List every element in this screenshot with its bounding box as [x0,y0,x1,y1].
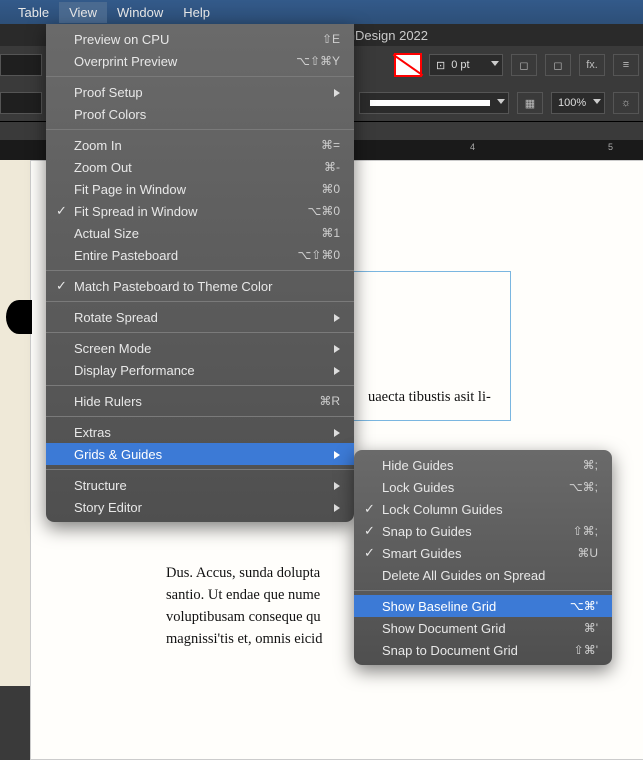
mi-snap-to-guides[interactable]: ✓Snap to Guides⇧⌘; [354,520,612,542]
mi-fit-spread[interactable]: ✓Fit Spread in Window⌥⌘0 [46,200,354,222]
opacity-select[interactable]: 100% [551,92,605,114]
mi-zoom-out[interactable]: Zoom Out⌘- [46,156,354,178]
mi-hide-rulers[interactable]: Hide Rulers⌘R [46,390,354,412]
menu-table[interactable]: Table [8,2,59,23]
chevron-right-icon [334,314,340,322]
grid-icon[interactable]: ▦ [517,92,543,114]
check-icon: ✓ [56,278,67,294]
sun-icon[interactable]: ☼ [613,92,639,114]
mi-match-pasteboard[interactable]: ✓Match Pasteboard to Theme Color [46,275,354,297]
chevron-right-icon [334,345,340,353]
mi-screen-mode[interactable]: Screen Mode [46,337,354,359]
mi-lock-guides[interactable]: Lock Guides⌥⌘; [354,476,612,498]
frame-options-icon[interactable]: ◻ [545,54,571,76]
mi-structure[interactable]: Structure [46,474,354,496]
chevron-right-icon [334,482,340,490]
stroke-weight-select[interactable]: ⊡ 0 pt [429,54,503,76]
check-icon: ✓ [364,545,375,561]
black-circle-graphic[interactable] [6,300,32,334]
corner-options-icon[interactable]: ◻ [511,54,537,76]
chevron-right-icon [334,429,340,437]
mi-show-document-grid[interactable]: Show Document Grid⌘' [354,617,612,639]
chevron-right-icon [334,451,340,459]
mi-hide-guides[interactable]: Hide Guides⌘; [354,454,612,476]
height-field[interactable] [0,92,42,114]
check-icon: ✓ [364,523,375,539]
mi-grids-guides[interactable]: Grids & Guides [46,443,354,465]
more-icon[interactable]: ≡ [613,54,639,76]
menu-help[interactable]: Help [173,2,220,23]
mi-show-baseline-grid[interactable]: Show Baseline Grid⌥⌘' [354,595,612,617]
stroke-style-select[interactable] [359,92,509,114]
mi-lock-column-guides[interactable]: ✓Lock Column Guides [354,498,612,520]
menu-window[interactable]: Window [107,2,173,23]
menubar: Table View Window Help [0,0,643,24]
chevron-right-icon [334,504,340,512]
fx-button[interactable]: fx. [579,54,605,76]
body-text-fragment: uaecta tibustis asit li- [368,386,491,408]
mi-snap-document-grid[interactable]: Snap to Document Grid⇧⌘' [354,639,612,661]
chevron-right-icon [334,367,340,375]
mi-story-editor[interactable]: Story Editor [46,496,354,518]
ruler-mark-5: 5 [608,142,613,152]
mi-rotate-spread[interactable]: Rotate Spread [46,306,354,328]
view-menu-dropdown: Preview on CPU⇧E Overprint Preview⌥⇧⌘Y P… [46,24,354,522]
mi-fit-page[interactable]: Fit Page in Window⌘0 [46,178,354,200]
mi-delete-all-guides[interactable]: Delete All Guides on Spread [354,564,612,586]
mi-actual-size[interactable]: Actual Size⌘1 [46,222,354,244]
mi-display-performance[interactable]: Display Performance [46,359,354,381]
mi-smart-guides[interactable]: ✓Smart Guides⌘U [354,542,612,564]
ruler-mark-4: 4 [470,142,475,152]
mi-proof-colors[interactable]: Proof Colors [46,103,354,125]
grids-guides-submenu: Hide Guides⌘; Lock Guides⌥⌘; ✓Lock Colum… [354,450,612,665]
mi-proof-setup[interactable]: Proof Setup [46,81,354,103]
chevron-right-icon [334,89,340,97]
check-icon: ✓ [364,501,375,517]
check-icon: ✓ [56,203,67,219]
fill-swatch[interactable] [395,54,421,76]
menu-view[interactable]: View [59,2,107,23]
body-text-paragraph: Dus. Accus, sunda dolupta santio. Ut end… [166,562,356,650]
mi-entire-pasteboard[interactable]: Entire Pasteboard⌥⇧⌘0 [46,244,354,266]
width-field[interactable] [0,54,42,76]
mi-overprint-preview[interactable]: Overprint Preview⌥⇧⌘Y [46,50,354,72]
mi-zoom-in[interactable]: Zoom In⌘= [46,134,354,156]
mi-preview-on-cpu[interactable]: Preview on CPU⇧E [46,28,354,50]
mi-extras[interactable]: Extras [46,421,354,443]
